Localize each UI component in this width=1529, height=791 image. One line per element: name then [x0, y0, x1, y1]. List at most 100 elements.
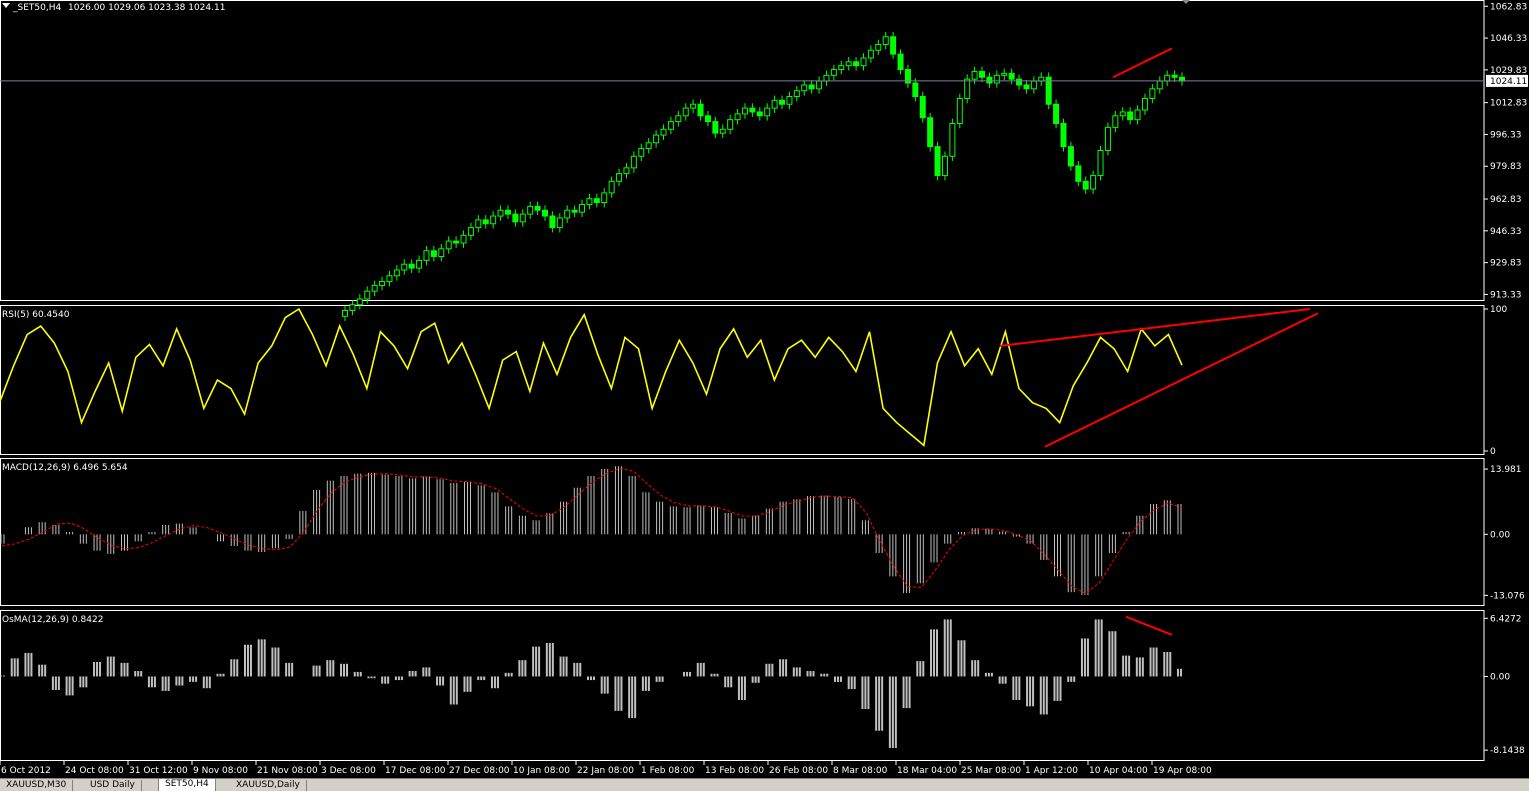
- chart-canvas[interactable]: 1062.83 1046.33 1029.83 1012.83 996.33 979.83…: [0, 0, 1529, 778]
- candle-body: [897, 53, 904, 71]
- chart-window[interactable]: 1062.83 1046.33 1029.83 1012.83 996.33 979.83…: [0, 0, 1529, 790]
- candle-body: [779, 99, 786, 105]
- candle-body: [675, 115, 682, 123]
- rsi-lower-trendline: [1044, 312, 1319, 448]
- candles-group: [342, 31, 1185, 322]
- time-tick-label: 27 Dec 08:00: [449, 766, 510, 776]
- tab-usd-daily[interactable]: USD Daily: [84, 780, 142, 791]
- candle-body: [1112, 115, 1119, 128]
- candle-body: [1053, 103, 1060, 125]
- candle-body: [401, 263, 408, 271]
- candle-body: [482, 219, 489, 225]
- candle-body: [949, 123, 956, 157]
- candle-body: [556, 217, 563, 229]
- candle-body: [808, 84, 815, 90]
- candle-body: [704, 115, 711, 123]
- rsi-title: RSI(5) 60.4540: [2, 310, 70, 320]
- price-trendline: [1112, 47, 1173, 79]
- candle-body: [379, 281, 386, 286]
- time-tick-label: 19 Apr 08:00: [1153, 766, 1212, 776]
- tab-xauusd-m30[interactable]: XAUUSD,M30: [0, 780, 74, 791]
- time-tick-label: 8 Mar 08:00: [833, 766, 888, 776]
- candle-body: [875, 43, 882, 51]
- price-axis-tick-label: 1046.33: [1490, 34, 1527, 44]
- time-tick-label: 21 Nov 08:00: [257, 766, 318, 776]
- price-axis-tick-label: 962.83: [1490, 195, 1522, 205]
- candle-body: [1023, 84, 1030, 90]
- time-tick-label: 10 Apr 04:00: [1089, 766, 1148, 776]
- candle-body: [719, 128, 726, 134]
- candle-body: [941, 155, 948, 177]
- candle-body: [601, 192, 608, 204]
- candle-body: [934, 146, 941, 177]
- candle-body: [638, 148, 645, 157]
- candle-body: [964, 78, 971, 99]
- tab-set50-h4[interactable]: SET50,H4: [158, 779, 216, 791]
- candle-body: [927, 117, 934, 148]
- price-axis-tick-label: 1012.83: [1490, 99, 1527, 109]
- candle-body: [1171, 74, 1178, 78]
- candle-body: [519, 213, 526, 223]
- candle-body: [890, 36, 897, 55]
- candle-body: [912, 82, 919, 98]
- candle-body: [1016, 78, 1023, 86]
- candle-body: [845, 61, 852, 67]
- price-axis-tick-label: 946.33: [1490, 227, 1522, 237]
- osma-bars-group: [0, 619, 1182, 748]
- rsi-line: [0, 307, 1183, 447]
- candle-body: [986, 76, 993, 84]
- candle-body: [712, 121, 719, 134]
- ohlc-values: 1026.00 1029.06 1023.38 1024.11: [68, 3, 225, 13]
- candle-body: [549, 215, 556, 229]
- candle-body: [667, 121, 674, 130]
- rsi-axis-tick-label: 0: [1490, 447, 1496, 457]
- macd-axis-tick-label: 0.00: [1490, 530, 1510, 540]
- candle-body: [867, 49, 874, 59]
- candle-body: [356, 298, 363, 306]
- time-tick-label: 24 Oct 08:00: [65, 766, 124, 776]
- time-tick-label: 18 Mar 04:00: [897, 766, 957, 776]
- time-tick-label: 31 Oct 12:00: [129, 766, 188, 776]
- candle-body: [571, 209, 578, 213]
- osma-axis-tick-label: 0.00: [1490, 672, 1510, 682]
- tab-xauusd-daily[interactable]: XAUUSD,Daily: [230, 780, 307, 791]
- candle-body: [1119, 111, 1126, 117]
- candle-body: [660, 128, 667, 136]
- candle-body: [1156, 80, 1163, 90]
- time-tick-label: 26 Feb 08:00: [769, 766, 828, 776]
- candle-body: [645, 142, 652, 150]
- candle-body: [919, 96, 926, 119]
- candle-body: [786, 96, 793, 105]
- candle-body: [430, 250, 437, 258]
- candle-body: [504, 209, 511, 215]
- candle-body: [460, 234, 467, 244]
- symbol-label: _SET50,H4: [12, 3, 61, 13]
- candle-body: [1179, 76, 1185, 82]
- candle-body: [364, 290, 371, 300]
- time-tick-label: 10 Jan 08:00: [513, 766, 570, 776]
- candle-body: [853, 61, 860, 67]
- candle-body: [342, 309, 348, 317]
- candle-body: [579, 203, 586, 213]
- collapse-arrow-icon: [2, 3, 10, 8]
- candle-body: [1127, 111, 1134, 121]
- candle-body: [741, 107, 748, 115]
- candle-body: [475, 219, 482, 229]
- candle-body: [512, 213, 519, 223]
- candle-body: [956, 97, 963, 125]
- candle-body: [1060, 123, 1067, 148]
- candle-body: [1075, 165, 1082, 182]
- time-tick-label: 17 Dec 08:00: [385, 766, 446, 776]
- candle-body: [371, 284, 378, 292]
- candle-body: [971, 70, 978, 80]
- time-tick-label: 1 Feb 08:00: [641, 766, 695, 776]
- time-tick-label: 9 Nov 08:00: [193, 766, 248, 776]
- candle-body: [416, 259, 423, 269]
- candle-body: [749, 107, 756, 113]
- price-axis-tick-label: 929.83: [1490, 259, 1522, 269]
- price-axis-tick-label: 1062.83: [1490, 2, 1527, 12]
- candle-body: [630, 155, 637, 169]
- price-axis-tick-label: 979.83: [1490, 162, 1522, 172]
- candle-body: [734, 113, 741, 121]
- price-axis-tick-label: 1029.83: [1490, 66, 1527, 76]
